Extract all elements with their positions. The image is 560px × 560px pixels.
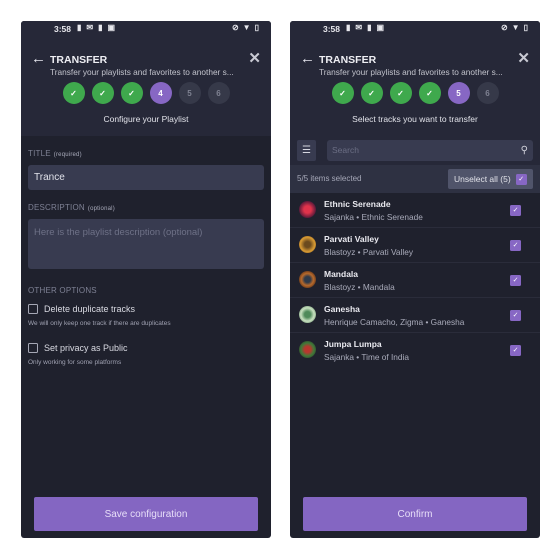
status-bar: 3:58 ▮ ✉ ▮ ▣ ⊘ ▼ ▯: [290, 21, 540, 45]
description-input[interactable]: Here is the playlist description (option…: [28, 219, 264, 269]
notification-icon: ▮: [77, 23, 82, 32]
cast-icon: ▣: [376, 23, 385, 32]
close-icon[interactable]: ✕: [517, 49, 530, 67]
track-artwork: [299, 236, 316, 253]
status-time: 3:58: [54, 24, 72, 34]
checkbox-checked-icon[interactable]: ✓: [510, 310, 521, 321]
checkbox-checked-icon[interactable]: ✓: [510, 205, 521, 216]
status-bar: 3:58 ▮ ✉ ▮ ▣ ⊘ ▼ ▯: [21, 21, 271, 45]
checkbox-checked-icon[interactable]: ✓: [510, 345, 521, 356]
confirm-button[interactable]: Confirm: [303, 497, 527, 531]
header: 3:58 ▮ ✉ ▮ ▣ ⊘ ▼ ▯ ← TRANSFER ✕ Transfer your…: [21, 21, 271, 136]
back-arrow-icon[interactable]: ←: [31, 50, 46, 67]
search-toolbar: ☰ Search ⚲: [290, 136, 540, 165]
track-artwork: [299, 306, 316, 323]
selection-bar: 5/5 items selected Unselect all (5) ✓: [290, 165, 540, 193]
notification-icon: ▮: [367, 23, 372, 32]
track-item[interactable]: Jumpa Lumpa Sajanka • Time of India ✓: [290, 333, 540, 368]
step-1: ✓: [62, 82, 85, 104]
checkbox-checked-icon[interactable]: ✓: [510, 240, 521, 251]
mail-icon: ✉: [86, 23, 94, 32]
save-configuration-button[interactable]: Save configuration: [34, 497, 258, 531]
filter-sliders-icon[interactable]: ☰: [297, 140, 316, 161]
unselect-all-button[interactable]: Unselect all (5) ✓: [448, 169, 533, 189]
mute-icon: ⊘: [500, 23, 508, 32]
step-6: 6: [476, 82, 499, 104]
title-label: TITLE (required): [28, 149, 82, 158]
notification-icon: ▮: [98, 23, 103, 32]
title-input[interactable]: Trance: [28, 165, 264, 190]
step-3: ✓: [120, 82, 143, 104]
mute-icon: ⊘: [231, 23, 239, 32]
step-5: 5: [178, 82, 201, 104]
page-subtitle: Transfer your playlists and favorites to…: [50, 67, 234, 77]
track-artwork: [299, 271, 316, 288]
notification-icon: ▮: [346, 23, 351, 32]
checkbox-icon[interactable]: [28, 343, 38, 353]
mail-icon: ✉: [355, 23, 363, 32]
search-input[interactable]: Search ⚲: [327, 140, 533, 161]
delete-duplicates-help: We will only keep one track if there are…: [28, 320, 171, 327]
battery-icon: ▯: [523, 23, 528, 32]
step-caption: Select tracks you want to transfer: [352, 114, 478, 124]
header: 3:58 ▮ ✉ ▮ ▣ ⊘ ▼ ▯ ← TRANSFER ✕ Transfer your…: [290, 21, 540, 136]
page-title: TRANSFER: [319, 54, 377, 66]
track-artwork: [299, 341, 316, 358]
stepper: ✓ ✓ ✓ 4 5 6: [21, 82, 271, 104]
checkbox-icon[interactable]: [28, 304, 38, 314]
cast-icon: ▣: [107, 23, 116, 32]
track-list: Ethnic Serenade Sajanka • Ethnic Serenad…: [290, 193, 540, 368]
back-arrow-icon[interactable]: ←: [300, 50, 315, 67]
page-subtitle: Transfer your playlists and favorites to…: [319, 67, 503, 77]
battery-icon: ▯: [254, 23, 259, 32]
configure-playlist-screen: 3:58 ▮ ✉ ▮ ▣ ⊘ ▼ ▯ ← TRANSFER ✕ Transfer your…: [21, 21, 271, 538]
step-2: ✓: [360, 82, 383, 104]
step-caption: Configure your Playlist: [103, 114, 189, 124]
step-5: 5: [447, 82, 470, 104]
wifi-icon: ▼: [511, 23, 520, 32]
track-item[interactable]: Ethnic Serenade Sajanka • Ethnic Serenad…: [290, 193, 540, 228]
step-4: ✓: [418, 82, 441, 104]
public-privacy-help: Only working for some platforms: [28, 359, 122, 366]
stepper: ✓ ✓ ✓ ✓ 5 6: [290, 82, 540, 104]
track-item[interactable]: Ganesha Henrique Camacho, Zigma • Ganesh…: [290, 298, 540, 333]
track-item[interactable]: Parvati Valley Blastoyz • Parvati Valley…: [290, 228, 540, 263]
wifi-icon: ▼: [242, 23, 251, 32]
page-title: TRANSFER: [50, 54, 108, 66]
step-4: 4: [149, 82, 172, 104]
step-2: ✓: [91, 82, 114, 104]
other-options-label: OTHER OPTIONS: [28, 286, 97, 295]
close-icon[interactable]: ✕: [248, 49, 261, 67]
step-3: ✓: [389, 82, 412, 104]
checkbox-checked-icon[interactable]: ✓: [510, 275, 521, 286]
selected-count: 5/5 items selected: [297, 174, 362, 183]
track-artwork: [299, 201, 316, 218]
select-tracks-screen: 3:58 ▮ ✉ ▮ ▣ ⊘ ▼ ▯ ← TRANSFER ✕ Transfer your…: [290, 21, 540, 538]
search-icon[interactable]: ⚲: [521, 140, 528, 161]
public-privacy-checkbox[interactable]: Set privacy as Public: [28, 343, 128, 353]
track-item[interactable]: Mandala Blastoyz • Mandala ✓: [290, 263, 540, 298]
step-1: ✓: [331, 82, 354, 104]
delete-duplicates-checkbox[interactable]: Delete duplicate tracks: [28, 304, 135, 314]
description-label: DESCRIPTION (optional): [28, 203, 115, 212]
step-6: 6: [207, 82, 230, 104]
checkbox-checked-icon[interactable]: ✓: [515, 173, 527, 185]
status-time: 3:58: [323, 24, 341, 34]
